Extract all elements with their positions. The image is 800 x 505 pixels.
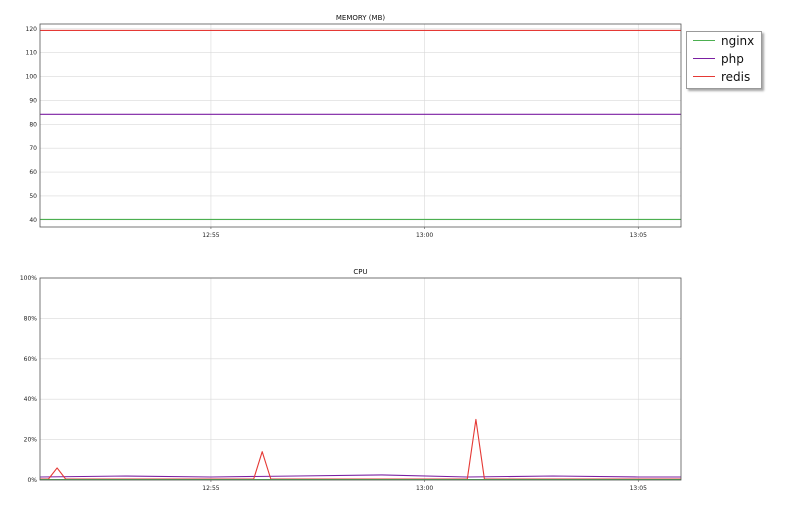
legend-swatch-nginx <box>693 40 715 41</box>
memory-y-tick-label: 100 <box>26 74 38 81</box>
legend-label-redis: redis <box>721 70 751 84</box>
memory-y-tick-label: 50 <box>29 193 37 200</box>
memory-y-tick-label: 80 <box>29 121 37 128</box>
cpu-y-tick-label: 60% <box>24 356 38 363</box>
legend-swatch-redis <box>693 76 715 77</box>
legend-label-nginx: nginx <box>721 34 755 48</box>
memory-x-tick-label: 13:00 <box>416 232 433 239</box>
cpu-x-tick-label: 12:55 <box>202 485 219 492</box>
cpu-y-tick-label: 100% <box>20 275 37 282</box>
charts-canvas: MEMORY (MB) 40 50 60 70 80 90 100 110 120 12:55 13:… <box>20 14 682 492</box>
memory-chart-title: MEMORY (MB) <box>336 14 386 22</box>
legend-label-php: php <box>721 52 744 66</box>
memory-x-tick-label: 12:55 <box>202 232 219 239</box>
memory-y-tick-label: 110 <box>26 50 38 57</box>
legend-swatch-php <box>693 58 715 59</box>
memory-legend: nginx php redis <box>686 31 762 89</box>
memory-plot-frame <box>39 23 682 228</box>
memory-y-tick-label: 40 <box>29 217 37 224</box>
legend-item-php: php <box>693 50 759 68</box>
memory-x-tick-label: 13:05 <box>630 232 647 239</box>
legend-item-redis: redis <box>693 68 759 86</box>
cpu-y-tick-label: 0% <box>27 477 37 484</box>
memory-y-tick-label: 90 <box>29 97 37 104</box>
cpu-x-tick-label: 13:00 <box>416 485 433 492</box>
dashboard: MEMORY (MB) 40 50 60 70 80 90 100 110 120 12:55 13:… <box>0 0 800 505</box>
memory-y-tick-label: 60 <box>29 169 37 176</box>
cpu-series-redis-line <box>40 418 681 480</box>
memory-y-tick-label: 70 <box>29 145 37 152</box>
cpu-x-tick-label: 13:05 <box>630 485 647 492</box>
cpu-chart-title: CPU <box>353 268 367 276</box>
memory-y-tick-label: 120 <box>26 26 38 33</box>
legend-item-nginx: nginx <box>693 32 759 50</box>
cpu-y-tick-label: 40% <box>24 396 38 403</box>
cpu-y-tick-label: 20% <box>24 437 38 444</box>
cpu-series-php-line <box>39 474 681 478</box>
cpu-y-tick-label: 80% <box>24 315 38 322</box>
cpu-plot-frame <box>39 277 682 481</box>
